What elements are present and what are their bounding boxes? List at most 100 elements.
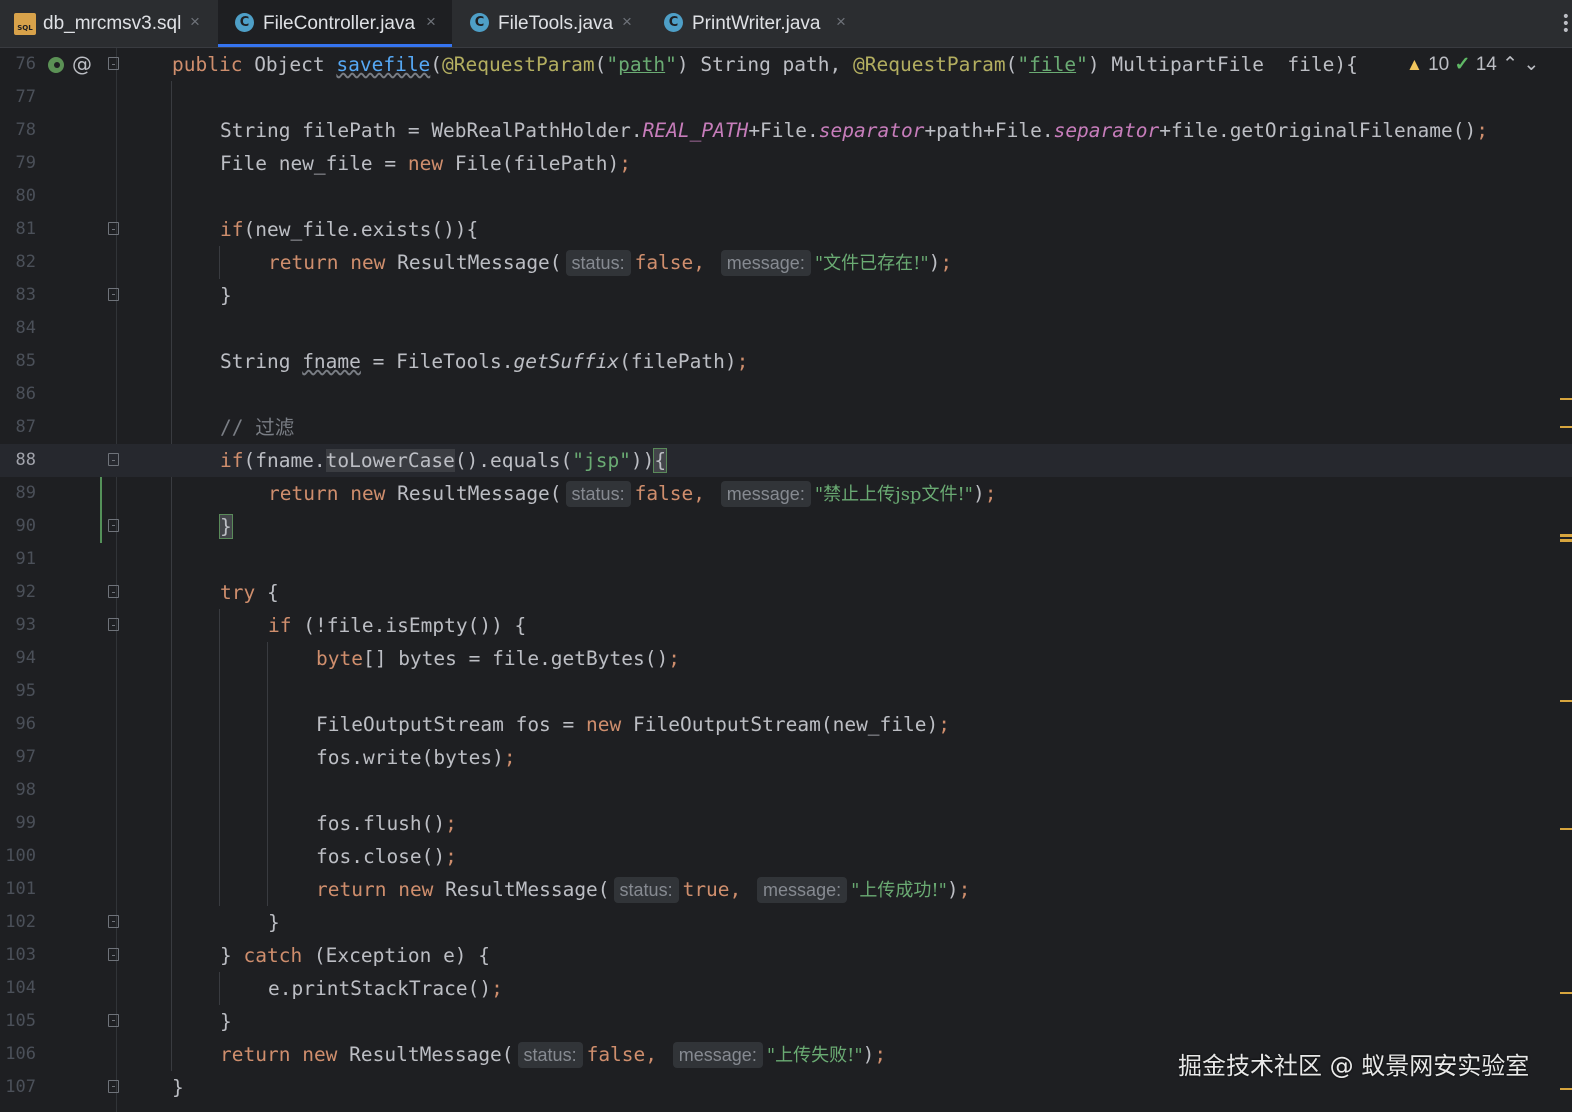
warning-count: 10	[1428, 54, 1450, 75]
line-number: 97	[15, 747, 36, 767]
more-tabs-icon[interactable]: • • •	[1562, 10, 1570, 38]
parameter-hint: message:	[720, 481, 811, 507]
close-icon[interactable]: ×	[426, 12, 436, 32]
scrollbar-warning-marker[interactable]	[1560, 426, 1572, 428]
java-class-icon: C	[470, 13, 489, 32]
code-text: } catch (Exception e) {	[220, 944, 491, 967]
line-number: 89	[15, 483, 36, 503]
code-line-94: 94 byte[] bytes = file.getBytes();	[0, 642, 1572, 675]
tab-label: PrintWriter.java	[692, 13, 821, 34]
fold-open-icon[interactable]	[108, 585, 119, 598]
fold-open-icon[interactable]	[108, 453, 119, 466]
close-icon[interactable]: ×	[836, 12, 846, 32]
fold-close-icon[interactable]	[108, 1014, 119, 1027]
code-text: try {	[220, 581, 279, 604]
code-line-98: 98	[0, 774, 1572, 807]
code-text: return new ResultMessage(status: true, me…	[316, 877, 971, 903]
code-text: String filePath = WebRealPathHolder.REAL…	[220, 119, 1488, 142]
code-text: public Object savefile(@RequestParam("pa…	[172, 53, 1358, 76]
java-class-icon: C	[235, 13, 254, 32]
line-number: 76	[15, 54, 36, 74]
code-line-79: 79 File new_file = new File(filePath);	[0, 147, 1572, 180]
tab-filecontroller-java[interactable]: C FileController.java ×	[218, 0, 452, 47]
code-text: FileOutputStream fos = new FileOutputStr…	[316, 713, 950, 736]
line-number: 98	[15, 780, 36, 800]
line-number: 78	[15, 120, 36, 140]
close-icon[interactable]: ×	[622, 12, 632, 32]
watermark-text: 掘金技术社区 @ 蚁景网安实验室	[1178, 1052, 1530, 1080]
code-line-83: 83 }	[0, 279, 1572, 312]
java-class-icon: C	[664, 13, 683, 32]
code-line-104: 104 e.printStackTrace();	[0, 972, 1572, 1005]
tab-label: FileController.java	[263, 13, 416, 34]
code-line-103: 103 } catch (Exception e) {	[0, 939, 1572, 972]
line-number: 106	[5, 1044, 36, 1064]
code-line-88: 88 if(fname.toLowerCase().equals("jsp"))…	[0, 444, 1572, 477]
sql-file-icon: SQL	[14, 13, 36, 35]
tab-filetools-java[interactable]: C FileTools.java ×	[456, 0, 646, 47]
code-line-86: 86	[0, 378, 1572, 411]
annotation-gutter-icon[interactable]: @	[72, 48, 92, 81]
close-icon[interactable]: ×	[190, 12, 200, 32]
line-number: 85	[15, 351, 36, 371]
code-text: String fname = FileTools.getSuffix(fileP…	[220, 350, 749, 373]
code-line-77: 77	[0, 81, 1572, 114]
fold-close-icon[interactable]	[108, 1080, 119, 1093]
code-text: if(fname.toLowerCase().equals("jsp")){	[220, 448, 668, 473]
scrollbar-warning-marker[interactable]	[1560, 828, 1572, 830]
code-line-102: 102 }	[0, 906, 1572, 939]
code-line-81: 81 if(new_file.exists()){	[0, 213, 1572, 246]
line-number: 99	[15, 813, 36, 833]
parameter-hint: message:	[672, 1042, 763, 1068]
code-line-84: 84	[0, 312, 1572, 345]
chevron-down-icon[interactable]: ⌄	[1523, 54, 1539, 75]
tab-db-mrcmsv3-sql[interactable]: SQL db_mrcmsv3.sql ×	[0, 0, 214, 47]
implementation-icon[interactable]	[46, 55, 66, 75]
scrollbar-warning-marker[interactable]	[1560, 992, 1572, 994]
code-comment: // 过滤	[220, 416, 295, 439]
code-text: }	[268, 911, 280, 934]
parameter-hint: status:	[565, 481, 631, 507]
code-line-76: 76 @ public Object savefile(@RequestPara…	[0, 48, 1572, 81]
code-line-90: 90 }	[0, 510, 1572, 543]
code-line-89: 89 return new ResultMessage(status: false…	[0, 477, 1572, 510]
fold-close-icon[interactable]	[108, 519, 119, 532]
inspections-widget[interactable]: ▲ 10 ✓ 14 ⌃ ⌄	[1406, 48, 1539, 81]
chevron-up-icon[interactable]: ⌃	[1502, 54, 1518, 75]
line-number: 92	[15, 582, 36, 602]
line-number: 87	[15, 417, 36, 437]
code-editor[interactable]: 76 @ public Object savefile(@RequestPara…	[0, 48, 1572, 1112]
code-text: return new ResultMessage(status: false, m…	[268, 250, 953, 276]
editor-tab-bar: SQL db_mrcmsv3.sql × C FileController.ja…	[0, 0, 1572, 48]
scrollbar-warning-marker[interactable]	[1560, 539, 1572, 542]
line-number: 104	[5, 978, 36, 998]
fold-open-icon[interactable]	[108, 618, 119, 631]
line-number: 82	[15, 252, 36, 272]
code-line-99: 99 fos.flush();	[0, 807, 1572, 840]
code-line-78: 78 String filePath = WebRealPathHolder.R…	[0, 114, 1572, 147]
line-number: 79	[15, 153, 36, 173]
code-line-93: 93 if (!file.isEmpty()) {	[0, 609, 1572, 642]
code-line-91: 91	[0, 543, 1572, 576]
fold-open-icon[interactable]	[108, 222, 119, 235]
line-number: 90	[15, 516, 36, 536]
fold-close-icon[interactable]	[108, 915, 119, 928]
scrollbar-warning-marker[interactable]	[1560, 534, 1572, 537]
parameter-hint: status:	[613, 877, 679, 903]
code-line-82: 82 return new ResultMessage(status: false…	[0, 246, 1572, 279]
code-text: if (!file.isEmpty()) {	[268, 614, 527, 637]
code-line-85: 85 String fname = FileTools.getSuffix(fi…	[0, 345, 1572, 378]
scrollbar-warning-marker[interactable]	[1560, 398, 1572, 400]
code-line-96: 96 FileOutputStream fos = new FileOutput…	[0, 708, 1572, 741]
code-text: fos.close();	[316, 845, 457, 868]
code-line-101: 101 return new ResultMessage(status: true…	[0, 873, 1572, 906]
scrollbar-warning-marker[interactable]	[1560, 1088, 1572, 1090]
line-number: 94	[15, 648, 36, 668]
fold-open-icon[interactable]	[108, 948, 119, 961]
tab-printwriter-java[interactable]: C PrintWriter.java ×	[650, 0, 860, 47]
fold-open-icon[interactable]	[108, 57, 119, 70]
fold-close-icon[interactable]	[108, 288, 119, 301]
code-line-97: 97 fos.write(bytes);	[0, 741, 1572, 774]
scrollbar-warning-marker[interactable]	[1560, 700, 1572, 702]
line-number: 91	[15, 549, 36, 569]
